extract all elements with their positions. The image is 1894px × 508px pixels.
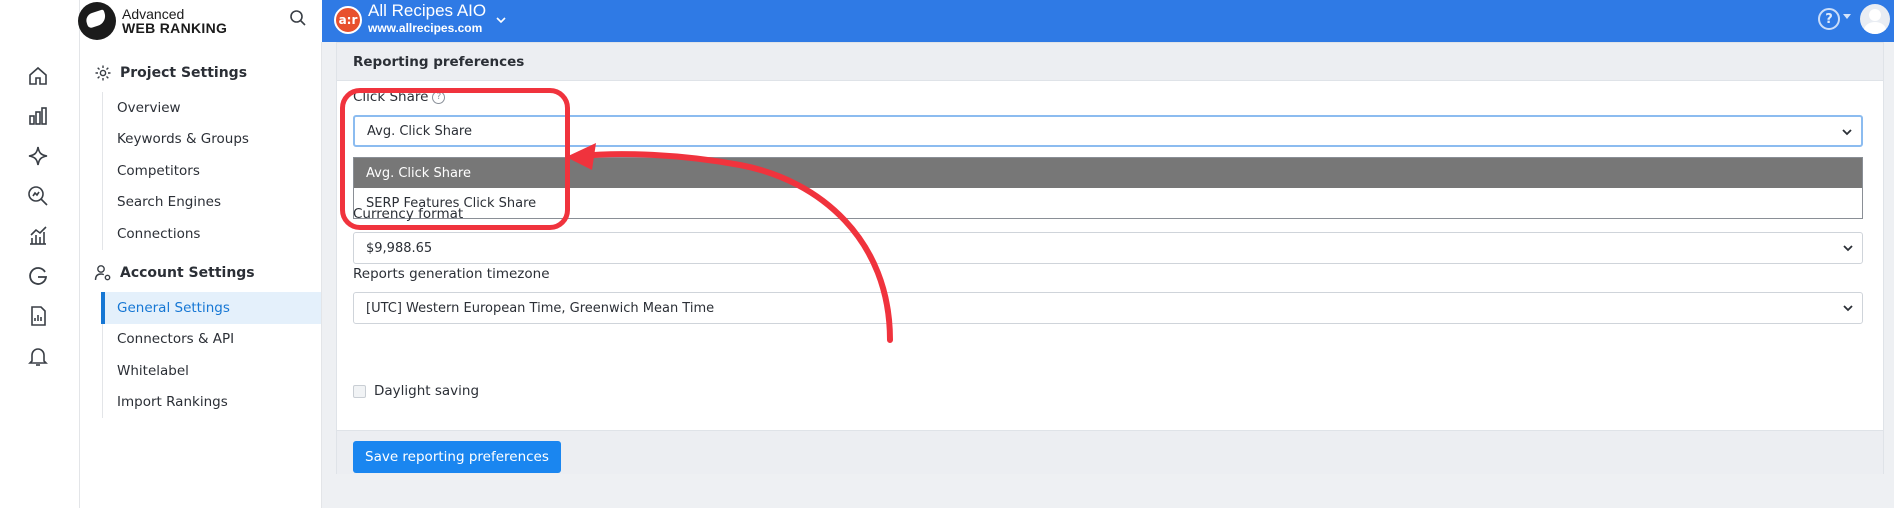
user-avatar[interactable] — [1860, 4, 1890, 34]
brand-logo-icon — [78, 2, 116, 40]
sidebar-item-competitors[interactable]: Competitors — [103, 155, 323, 187]
save-reporting-preferences-button[interactable]: Save reporting preferences — [353, 441, 561, 473]
app-window: Advanced WEB RANKING Project Settings Ov… — [0, 0, 1894, 508]
daylight-saving-label: Daylight saving — [374, 383, 480, 399]
google-icon[interactable] — [26, 264, 50, 288]
search-analytics-icon[interactable] — [26, 184, 50, 208]
sidebar-item-import-rankings[interactable]: Import Rankings — [103, 387, 323, 419]
sparkle-icon[interactable] — [26, 144, 50, 168]
project-name[interactable]: All Recipes AIO — [368, 1, 486, 21]
trend-chart-icon[interactable] — [26, 224, 50, 248]
icon-rail — [0, 0, 80, 508]
project-settings-list: Overview Keywords & Groups Competitors S… — [102, 92, 323, 250]
project-avatar[interactable]: a:r — [334, 6, 362, 34]
account-settings-heading: Account Settings — [94, 264, 255, 282]
click-share-select[interactable]: Avg. Click Share — [353, 115, 1863, 147]
top-bar: a:r All Recipes AIO www.allrecipes.com ? — [322, 0, 1894, 42]
sidebar-item-overview[interactable]: Overview — [103, 92, 323, 124]
bell-icon[interactable] — [26, 344, 50, 368]
brand-logo[interactable]: Advanced WEB RANKING — [78, 0, 320, 42]
sidebar-item-search-engines[interactable]: Search Engines — [103, 187, 323, 219]
sidebar-item-connections[interactable]: Connections — [103, 218, 323, 250]
project-settings-title: Project Settings — [120, 65, 248, 81]
timezone-label: Reports generation timezone — [353, 266, 550, 282]
brand-line-2: WEB RANKING — [122, 20, 228, 36]
currency-format-select[interactable]: $9,988.65 — [353, 232, 1863, 264]
chevron-down-icon[interactable] — [494, 12, 508, 26]
annotation-highlight-box — [340, 88, 570, 230]
account-settings-list: General Settings Connectors & API Whitel… — [101, 292, 323, 419]
project-url[interactable]: www.allrecipes.com — [368, 21, 482, 35]
click-share-dropdown: Avg. Click Share SERP Features Click Sha… — [353, 157, 1863, 219]
caret-down-icon[interactable] — [1843, 14, 1851, 19]
bar-chart-icon[interactable] — [26, 104, 50, 128]
sidebar-item-keywords-groups[interactable]: Keywords & Groups — [103, 124, 323, 156]
brand-line-1: Advanced — [122, 6, 185, 22]
option-serp-features-click-share[interactable]: SERP Features Click Share — [354, 188, 1862, 218]
daylight-saving-checkbox[interactable] — [353, 384, 366, 398]
panel-title: Reporting preferences — [337, 43, 1883, 81]
account-settings-title: Account Settings — [120, 265, 255, 281]
sidebar-item-connectors-api[interactable]: Connectors & API — [103, 324, 323, 356]
option-avg-click-share[interactable]: Avg. Click Share — [354, 158, 1862, 188]
search-icon[interactable] — [288, 8, 308, 28]
panel-footer: Save reporting preferences — [337, 430, 1883, 474]
gear-icon — [94, 64, 112, 82]
chevron-down-icon — [1842, 242, 1854, 254]
settings-sidebar: Project Settings Overview Keywords & Gro… — [80, 42, 322, 508]
sidebar-item-whitelabel[interactable]: Whitelabel — [103, 355, 323, 387]
daylight-saving-row: Daylight saving — [353, 383, 479, 399]
timezone-select[interactable]: [UTC] Western European Time, Greenwich M… — [353, 292, 1863, 324]
project-settings-heading: Project Settings — [94, 64, 247, 82]
chevron-down-icon — [1841, 126, 1853, 138]
timezone-value: [UTC] Western European Time, Greenwich M… — [366, 300, 715, 316]
sidebar-item-general-settings[interactable]: General Settings — [101, 292, 321, 324]
currency-format-value: $9,988.65 — [366, 240, 433, 256]
home-icon[interactable] — [26, 64, 50, 88]
help-icon[interactable]: ? — [1818, 8, 1840, 30]
report-icon[interactable] — [26, 304, 50, 328]
user-settings-icon — [94, 264, 112, 282]
chevron-down-icon — [1842, 302, 1854, 314]
